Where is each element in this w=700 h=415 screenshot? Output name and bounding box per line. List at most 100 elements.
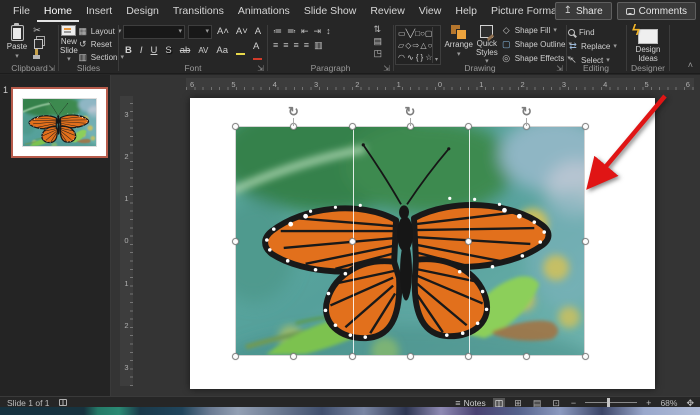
zoom-slider[interactable] bbox=[585, 402, 637, 403]
menu-tab[interactable]: Insert bbox=[79, 0, 119, 22]
drawing-dialog-launcher[interactable]: ⇲ bbox=[556, 64, 563, 73]
menu-tab[interactable]: Home bbox=[37, 0, 79, 22]
font-color-button[interactable]: A bbox=[251, 42, 264, 60]
shape-icon[interactable]: ☆ bbox=[425, 53, 432, 62]
paragraph-button[interactable]: ⇤ bbox=[301, 26, 309, 36]
shape-fill-button[interactable]: ◇ Shape Fill▾ bbox=[501, 25, 572, 36]
shape-icon[interactable]: } bbox=[421, 53, 424, 62]
format-painter-button[interactable] bbox=[35, 49, 38, 55]
character-spacing-button[interactable]: AV bbox=[196, 45, 210, 57]
underline-button[interactable]: U bbox=[149, 45, 160, 57]
text-options-button[interactable]: ▤ bbox=[373, 36, 382, 46]
paragraph-button[interactable]: ≔ bbox=[273, 26, 282, 36]
accessibility-icon[interactable] bbox=[59, 399, 67, 406]
font-name-select[interactable]: ▾ bbox=[123, 25, 185, 39]
new-slide-button[interactable]: New Slide ▾ bbox=[60, 22, 78, 63]
editing-canvas: 6543210123456 3210123 ↻↻↻ bbox=[112, 75, 700, 396]
cut-button[interactable]: ✂ bbox=[32, 26, 42, 35]
quick-styles-label: Quick Styles bbox=[476, 40, 498, 57]
alignment-button[interactable]: ≡ bbox=[294, 40, 299, 50]
shrink-font-button[interactable]: A˅ bbox=[234, 26, 250, 38]
highlight-color-button[interactable] bbox=[234, 45, 247, 57]
alignment-button[interactable]: ▥ bbox=[314, 40, 323, 50]
text-shadow-button[interactable]: S bbox=[163, 45, 173, 57]
group-slides: New Slide ▾ ▦ Layout ▾ ↺ Reset bbox=[60, 22, 117, 74]
quick-styles-button[interactable]: Quick Styles ▾ bbox=[476, 22, 498, 65]
clear-formatting-button[interactable]: A bbox=[253, 26, 263, 38]
fit-to-window-button[interactable]: ✥ bbox=[684, 398, 696, 408]
shape-icon[interactable]: ▭ bbox=[398, 29, 406, 38]
alignment-button[interactable]: ≡ bbox=[283, 40, 288, 50]
arrange-icon bbox=[451, 25, 466, 39]
shapes-gallery[interactable]: ▭╲╱□○▢ ▱◇⇨△○ ◠∿{}☆ ▾ bbox=[395, 25, 441, 65]
share-button[interactable]: ↥ Share bbox=[555, 2, 612, 20]
bold-button[interactable]: B bbox=[123, 45, 134, 57]
alignment-button[interactable]: ≡ bbox=[304, 40, 309, 50]
group-font: ▾ ▾ A˄ A˅ A B I U S ab AV Aa A Font bbox=[120, 22, 266, 74]
text-options-button[interactable]: ⇅ bbox=[373, 24, 382, 34]
menu-tab[interactable]: Review bbox=[363, 0, 411, 22]
change-case-button[interactable]: Aa bbox=[214, 45, 230, 57]
menu-tab[interactable]: View bbox=[412, 0, 449, 22]
shape-icon[interactable]: ◇ bbox=[405, 41, 411, 50]
replace-button[interactable]: ⇄ Replace▾ bbox=[568, 41, 624, 52]
italic-button[interactable]: I bbox=[138, 45, 145, 57]
share-icon: ↥ bbox=[564, 6, 572, 16]
comments-button[interactable]: Comments bbox=[617, 2, 696, 20]
menu-tab[interactable]: Animations bbox=[231, 0, 297, 22]
ruler-number: 5 bbox=[644, 80, 648, 89]
desktop-strip bbox=[0, 407, 700, 415]
paragraph-button[interactable]: ↕ bbox=[326, 26, 331, 36]
arrange-button[interactable]: Arrange ▾ bbox=[444, 22, 472, 65]
normal-view-button[interactable]: ◫ bbox=[493, 398, 506, 408]
butterfly-picture[interactable] bbox=[235, 126, 585, 356]
paragraph-button[interactable]: ≕ bbox=[287, 26, 296, 36]
design-ideas-button[interactable]: ϟ Design Ideas bbox=[628, 22, 668, 63]
menu-tab[interactable]: Transitions bbox=[166, 0, 231, 22]
menu-tab[interactable]: File bbox=[6, 0, 37, 22]
zoom-out-button[interactable]: − bbox=[569, 398, 578, 408]
font-dialog-launcher[interactable]: ⇲ bbox=[257, 64, 264, 73]
zoom-percent[interactable]: 68% bbox=[660, 398, 677, 408]
zoom-in-button[interactable]: + bbox=[644, 398, 653, 408]
thumbnail-image bbox=[22, 98, 97, 147]
replace-icon: ⇄ bbox=[568, 42, 578, 51]
drawing-group-label: Drawing bbox=[395, 63, 565, 73]
alignment-button[interactable]: ≡ bbox=[273, 40, 278, 50]
shape-icon[interactable]: ∿ bbox=[407, 53, 414, 62]
share-label: Share bbox=[576, 6, 603, 17]
comments-label: Comments bbox=[639, 6, 687, 17]
clipboard-dialog-launcher[interactable]: ⇲ bbox=[48, 64, 55, 73]
gallery-more-button[interactable]: ▾ bbox=[432, 27, 439, 63]
shape-icon[interactable]: ⇨ bbox=[413, 41, 420, 50]
shape-icon[interactable]: ◠ bbox=[398, 53, 405, 62]
shape-icon[interactable]: ▱ bbox=[398, 41, 404, 50]
slideshow-button[interactable]: ⊡ bbox=[550, 398, 562, 408]
font-size-select[interactable]: ▾ bbox=[188, 25, 212, 39]
find-button[interactable]: Find bbox=[568, 27, 624, 38]
strikethrough-button[interactable]: ab bbox=[178, 45, 193, 57]
slide-sorter-view-button[interactable]: ⊞ bbox=[512, 398, 524, 408]
copy-button[interactable] bbox=[34, 37, 43, 47]
ruler-number: 3 bbox=[314, 80, 318, 89]
menu-tab[interactable]: Slide Show bbox=[297, 0, 364, 22]
text-options-button[interactable]: ◳ bbox=[373, 48, 382, 58]
menu-tab[interactable]: Help bbox=[448, 0, 484, 22]
shape-outline-button[interactable]: ▢ Shape Outline▾ bbox=[501, 39, 572, 50]
powerpoint-window: FileHomeInsertDesignTransitionsAnimation… bbox=[0, 0, 700, 415]
shape-icon[interactable]: △ bbox=[420, 41, 426, 50]
slide-thumbnail[interactable] bbox=[11, 87, 108, 158]
menu-tab[interactable]: Design bbox=[119, 0, 166, 22]
ruler-number: 1 bbox=[124, 279, 128, 288]
paste-button[interactable]: Paste ▾ bbox=[2, 22, 32, 60]
ruler-number: 2 bbox=[124, 321, 128, 330]
shape-icon[interactable]: { bbox=[416, 53, 419, 62]
reading-view-button[interactable]: ▤ bbox=[531, 398, 544, 408]
collapse-ribbon-icon[interactable]: ˄ bbox=[688, 60, 693, 70]
slide-number: 1 bbox=[3, 85, 8, 95]
paragraph-button[interactable]: ⇥ bbox=[314, 26, 322, 36]
grow-font-button[interactable]: A˄ bbox=[215, 26, 231, 38]
shape-icon[interactable]: ▢ bbox=[425, 29, 433, 38]
zoom-slider-thumb[interactable] bbox=[607, 398, 610, 407]
paragraph-dialog-launcher[interactable]: ⇲ bbox=[383, 64, 390, 73]
